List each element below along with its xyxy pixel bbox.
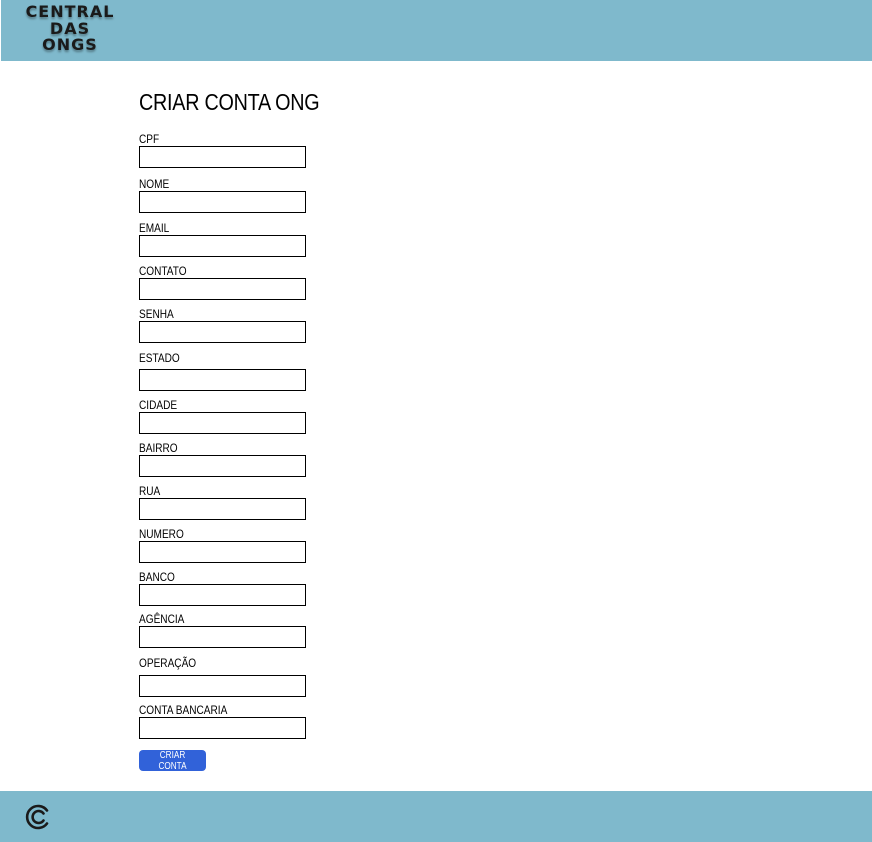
field-bairro: BAIRRO <box>139 441 306 477</box>
bairro-label: BAIRRO <box>139 441 178 455</box>
operacao-label: OPERAÇÃO <box>139 656 197 670</box>
estado-label: ESTADO <box>139 351 180 365</box>
contato-input[interactable] <box>139 278 306 300</box>
email-label: EMAIL <box>139 221 170 235</box>
footer-bar <box>0 791 872 842</box>
field-numero: NUMERO <box>139 527 306 563</box>
field-rua: RUA <box>139 484 306 520</box>
cpf-input[interactable] <box>139 146 306 168</box>
senha-label: SENHA <box>139 307 174 321</box>
cidade-input[interactable] <box>139 412 306 434</box>
field-cidade: CIDADE <box>139 398 306 434</box>
email-input[interactable] <box>139 235 306 257</box>
header-bar: CENTRAL DAS ONGS <box>1 0 872 61</box>
operacao-input[interactable] <box>139 675 306 697</box>
criar-conta-button[interactable]: CRIAR CONTA <box>139 750 206 772</box>
agencia-label: AGÊNCIA <box>139 612 185 626</box>
senha-input[interactable] <box>139 321 306 343</box>
site-logo[interactable]: CENTRAL DAS ONGS <box>25 3 115 54</box>
numero-input[interactable] <box>139 541 306 563</box>
field-cpf: CPF <box>139 132 306 168</box>
agencia-input[interactable] <box>139 626 306 648</box>
numero-label: NUMERO <box>139 527 184 541</box>
field-nome: NOME <box>139 177 306 213</box>
rua-input[interactable] <box>139 498 306 520</box>
signup-form: CRIAR CONTA ONG CPF NOME EMAIL CONTATO S… <box>139 85 349 772</box>
central-das-ongs-c-icon[interactable] <box>24 803 52 831</box>
field-senha: SENHA <box>139 307 306 343</box>
nome-label: NOME <box>139 177 170 191</box>
page-title: CRIAR CONTA ONG <box>139 89 320 115</box>
banco-label: BANCO <box>139 570 175 584</box>
conta-bancaria-input[interactable] <box>139 717 306 739</box>
criar-conta-button-label: CRIAR CONTA <box>158 750 187 772</box>
field-conta-bancaria: CONTA BANCARIA <box>139 703 306 739</box>
field-operacao: OPERAÇÃO <box>139 656 306 697</box>
estado-input[interactable] <box>139 369 306 391</box>
contato-label: CONTATO <box>139 264 187 278</box>
field-contato: CONTATO <box>139 264 306 300</box>
field-estado: ESTADO <box>139 351 306 391</box>
cpf-label: CPF <box>139 132 160 146</box>
cidade-label: CIDADE <box>139 398 178 412</box>
rua-label: RUA <box>139 484 161 498</box>
conta-bancaria-label: CONTA BANCARIA <box>139 703 228 717</box>
field-banco: BANCO <box>139 570 306 606</box>
banco-input[interactable] <box>139 584 306 606</box>
bairro-input[interactable] <box>139 455 306 477</box>
field-agencia: AGÊNCIA <box>139 612 306 648</box>
field-email: EMAIL <box>139 221 306 257</box>
nome-input[interactable] <box>139 191 306 213</box>
logo-line-3: ONGS <box>42 35 98 54</box>
